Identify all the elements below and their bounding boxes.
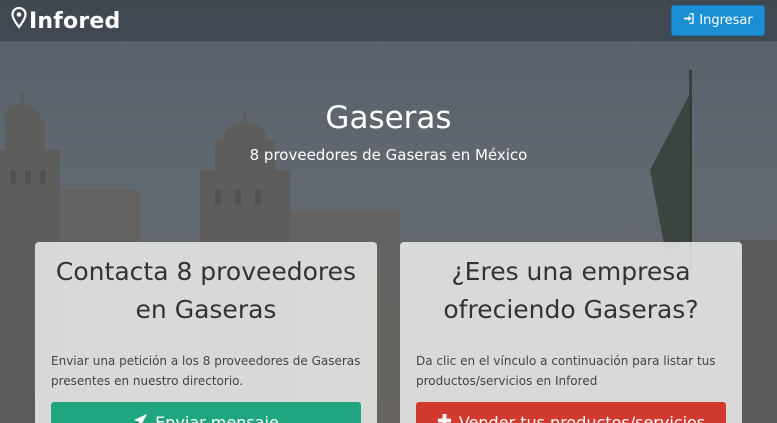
login-button[interactable]: Ingresar [671,5,765,36]
navbar: Infored Ingresar [0,0,777,42]
paper-plane-icon [133,413,148,423]
card-title: Contacta 8 proveedores en Gaseras [55,257,357,324]
card-title: ¿Eres una empresa ofreciendo Gaseras? [443,257,699,324]
contact-providers-card: Contacta 8 proveedores en Gaseras Enviar… [35,242,377,423]
page-title: Gaseras [325,100,452,136]
card-description: Da clic en el vínculo a continuación par… [416,354,716,388]
sell-products-label: Vender tus productos/servicios [458,412,706,423]
plus-icon [437,413,452,423]
card-description: Enviar una petición a los 8 proveedores … [51,354,361,388]
brand-logo[interactable]: Infored [11,6,120,36]
page-subtitle: 8 proveedores de Gaseras en México [249,146,528,164]
send-message-button[interactable]: Enviar mensaje [51,402,361,423]
brand-name: Infored [29,8,121,34]
map-pin-icon [11,6,27,35]
sell-products-card: ¿Eres una empresa ofreciendo Gaseras? Da… [400,242,742,423]
sign-in-icon [683,13,694,28]
login-label: Ingresar [699,13,753,28]
sell-products-button[interactable]: Vender tus productos/servicios [416,402,726,423]
send-message-label: Enviar mensaje [155,412,279,423]
